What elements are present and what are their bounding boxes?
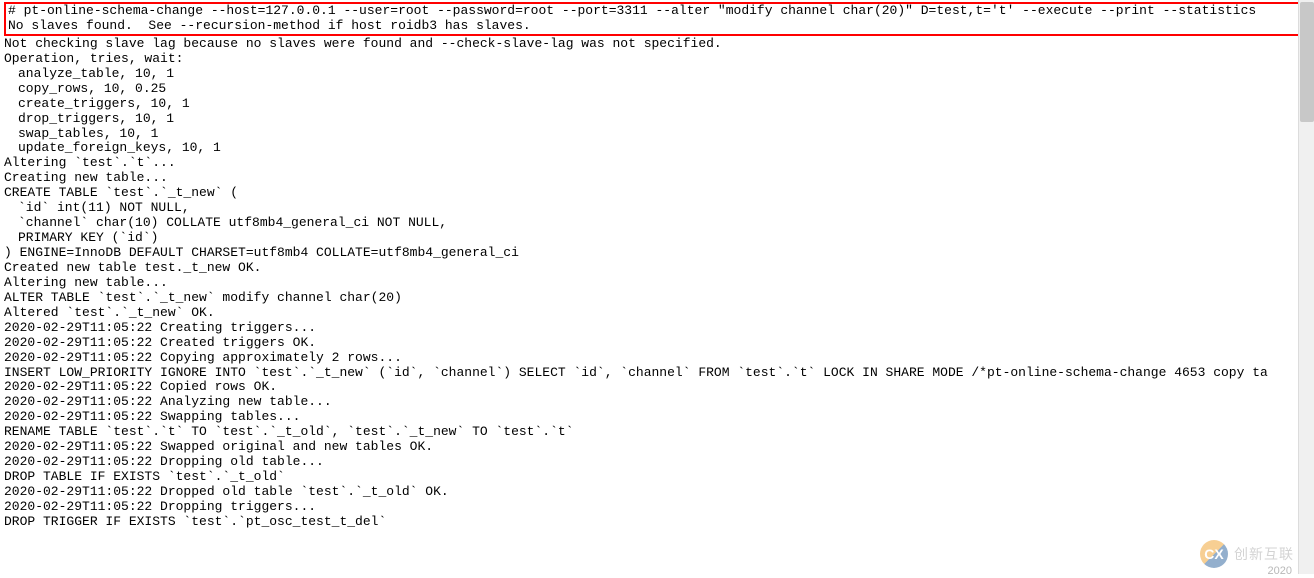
output-line: `id` int(11) NOT NULL,	[4, 201, 1310, 216]
output-line: update_foreign_keys, 10, 1	[4, 141, 1310, 156]
output-line: DROP TRIGGER IF EXISTS `test`.`pt_osc_te…	[4, 515, 1310, 530]
output-line: 2020-02-29T11:05:22 Created triggers OK.	[4, 336, 1310, 351]
output-line: copy_rows, 10, 0.25	[4, 82, 1310, 97]
output-line: 2020-02-29T11:05:22 Copying approximatel…	[4, 351, 1310, 366]
output-line: drop_triggers, 10, 1	[4, 112, 1310, 127]
output-line: INSERT LOW_PRIORITY IGNORE INTO `test`.`…	[4, 366, 1310, 381]
output-line: Operation, tries, wait:	[4, 52, 1310, 67]
footer-date: 2020	[1268, 565, 1292, 578]
output-line: 2020-02-29T11:05:22 Creating triggers...	[4, 321, 1310, 336]
output-line: ALTER TABLE `test`.`_t_new` modify chann…	[4, 291, 1310, 306]
output-line: Created new table test._t_new OK.	[4, 261, 1310, 276]
output-line: 2020-02-29T11:05:22 Analyzing new table.…	[4, 395, 1310, 410]
command-line: # pt-online-schema-change --host=127.0.0…	[8, 4, 1306, 19]
output-line: 2020-02-29T11:05:22 Dropping old table..…	[4, 455, 1310, 470]
output-line: 2020-02-29T11:05:22 Swapped original and…	[4, 440, 1310, 455]
output-line: Altering `test`.`t`...	[4, 156, 1310, 171]
output-line: 2020-02-29T11:05:22 Dropped old table `t…	[4, 485, 1310, 500]
warning-line: No slaves found. See --recursion-method …	[8, 19, 1306, 34]
output-line: create_triggers, 10, 1	[4, 97, 1310, 112]
output-line: Altered `test`.`_t_new` OK.	[4, 306, 1310, 321]
watermark: CX 创新互联	[1200, 540, 1294, 568]
output-line: DROP TABLE IF EXISTS `test`.`_t_old`	[4, 470, 1310, 485]
watermark-label: 创新互联	[1234, 546, 1294, 562]
output-line: 2020-02-29T11:05:22 Copied rows OK.	[4, 380, 1310, 395]
watermark-logo-icon: CX	[1200, 540, 1228, 568]
vertical-scrollbar[interactable]	[1298, 0, 1314, 574]
output-line: Altering new table...	[4, 276, 1310, 291]
output-line: swap_tables, 10, 1	[4, 127, 1310, 142]
output-line: ) ENGINE=InnoDB DEFAULT CHARSET=utf8mb4 …	[4, 246, 1310, 261]
terminal-output: # pt-online-schema-change --host=127.0.0…	[0, 0, 1314, 532]
output-line: `channel` char(10) COLLATE utf8mb4_gener…	[4, 216, 1310, 231]
scrollbar-thumb[interactable]	[1300, 2, 1314, 122]
watermark-icon-text: CX	[1204, 546, 1223, 562]
output-line: Not checking slave lag because no slaves…	[4, 37, 1310, 52]
output-line: analyze_table, 10, 1	[4, 67, 1310, 82]
highlighted-command-box: # pt-online-schema-change --host=127.0.0…	[4, 2, 1310, 36]
output-line: Creating new table...	[4, 171, 1310, 186]
output-line: 2020-02-29T11:05:22 Dropping triggers...	[4, 500, 1310, 515]
output-line: PRIMARY KEY (`id`)	[4, 231, 1310, 246]
output-line: RENAME TABLE `test`.`t` TO `test`.`_t_ol…	[4, 425, 1310, 440]
output-line: CREATE TABLE `test`.`_t_new` (	[4, 186, 1310, 201]
output-line: 2020-02-29T11:05:22 Swapping tables...	[4, 410, 1310, 425]
